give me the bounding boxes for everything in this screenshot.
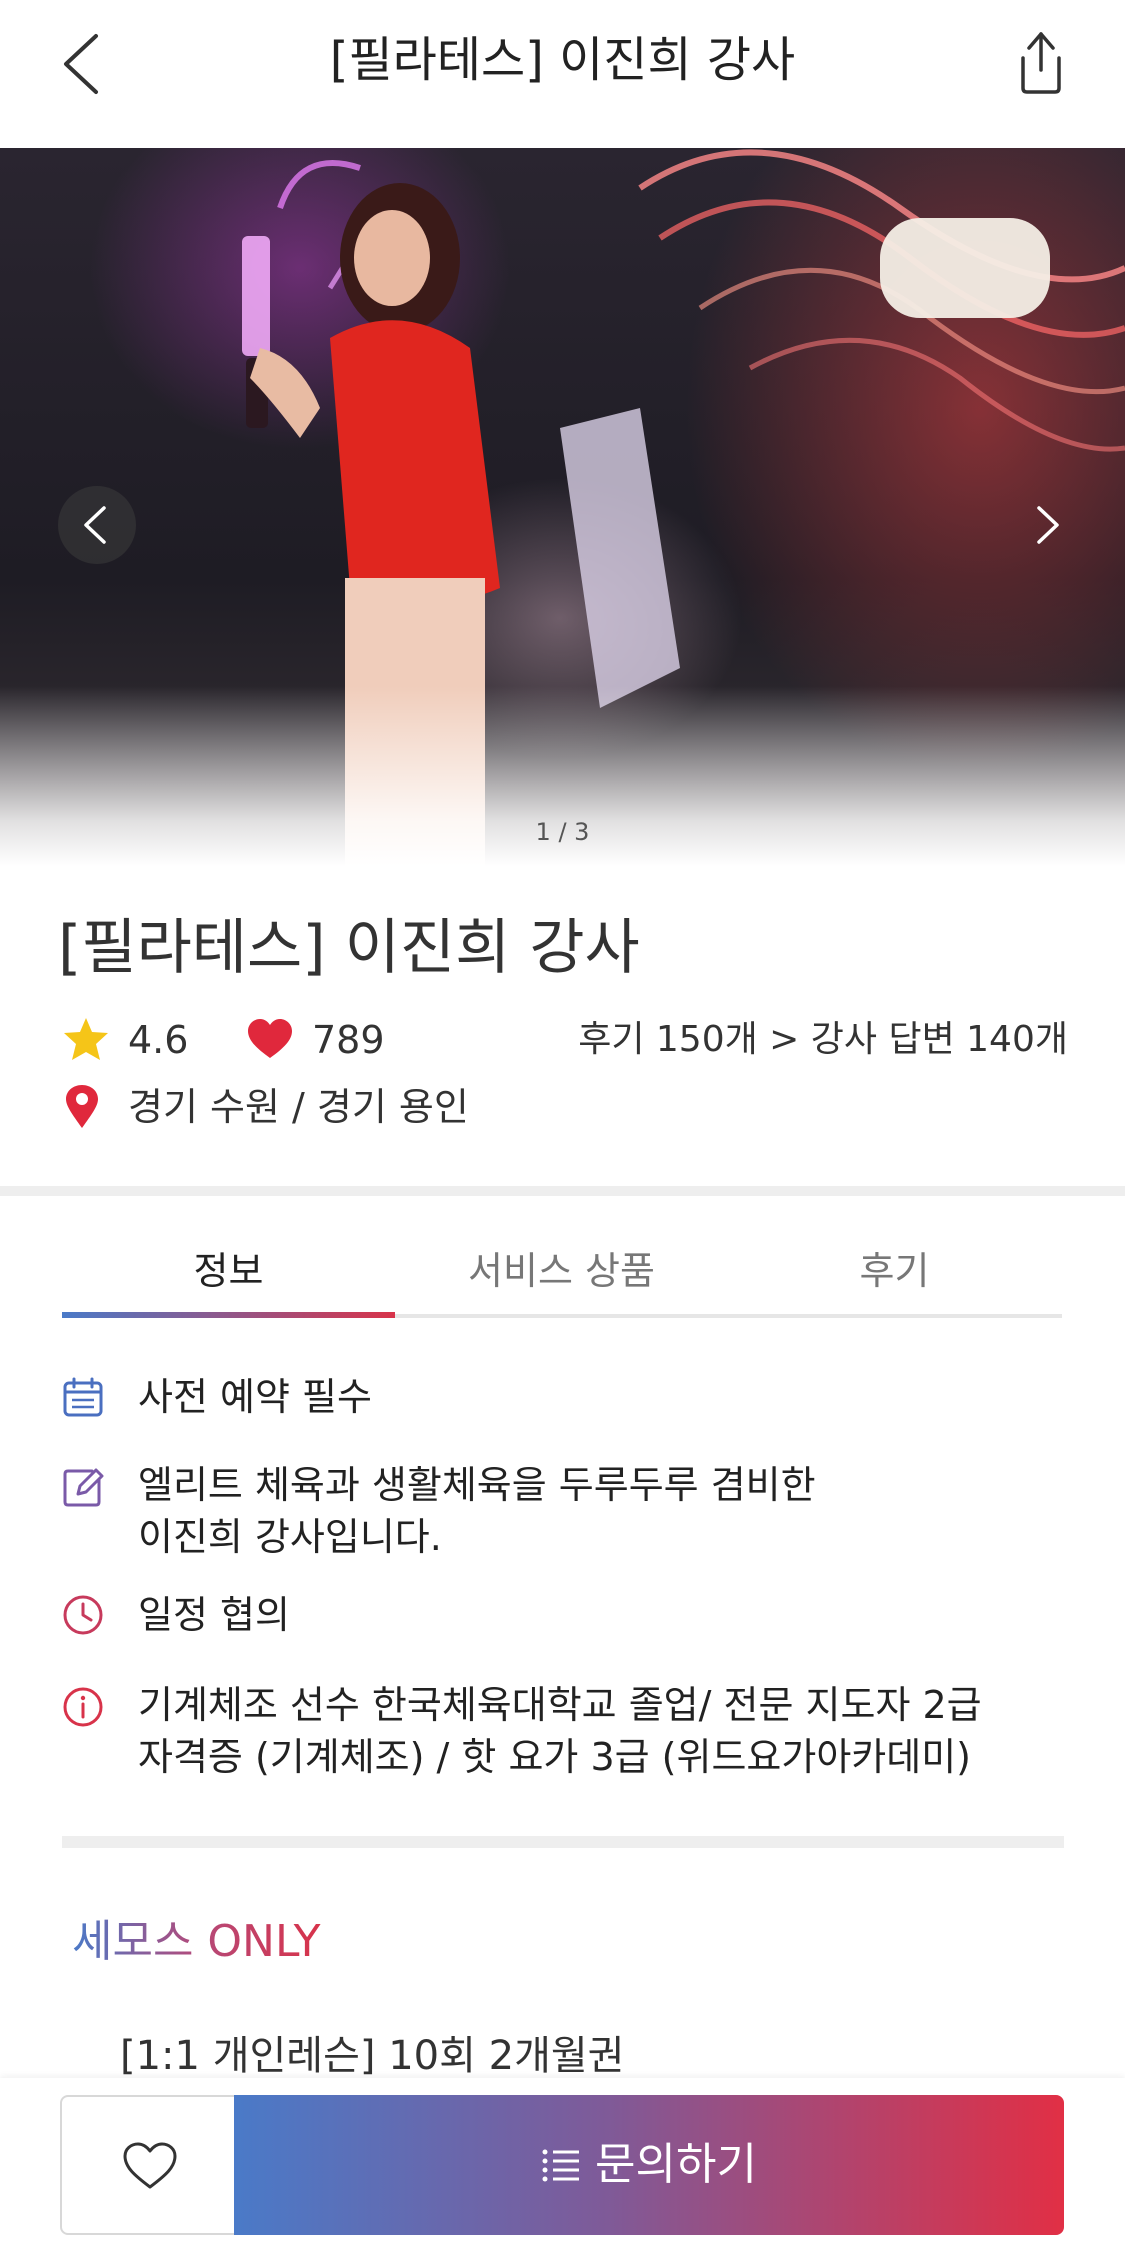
calendar-icon [63, 1377, 103, 1417]
instructor-title: [필라테스] 이진희 강사 [58, 913, 640, 983]
section-divider [0, 1186, 1125, 1196]
hero-next-button[interactable] [1007, 486, 1085, 564]
chevron-right-icon [1037, 506, 1059, 544]
heart-icon [248, 1019, 292, 1058]
inquire-label: 문의하기 [595, 2139, 757, 2190]
hero-prev-button[interactable] [58, 486, 136, 564]
star-icon [64, 1018, 108, 1060]
info-divider [62, 1836, 1064, 1848]
edit-icon [63, 1468, 104, 1507]
instructor-stats: 4.6 789 후기 150개 > 강사 답변 140개 [58, 1010, 1068, 1070]
favorite-button[interactable] [60, 2095, 236, 2235]
info-text-line-2: 이진희 강사입니다. [138, 1515, 442, 1559]
tab-bar: 정보 서비스 상품 후기 [62, 1236, 1062, 1320]
rating-value: 4.6 [128, 1018, 189, 1062]
info-text-line-1: 기계체조 선수 한국체육대학교 졸업/ 전문 지도자 2급 [138, 1683, 982, 1727]
clock-icon [63, 1595, 103, 1635]
share-icon [1021, 32, 1061, 94]
tab-reviews[interactable]: 후기 [728, 1236, 1061, 1306]
share-button[interactable] [1011, 26, 1071, 96]
info-icon [63, 1687, 103, 1727]
inquire-button[interactable]: 문의하기 [234, 2095, 1064, 2235]
product-item[interactable]: [1:1 개인레슨] 10회 2개월권 [120, 2028, 624, 2084]
info-text-line-2: 자격증 (기계체조) / 핫 요가 3급 (위드요가아카데미) [138, 1735, 971, 1779]
semos-only-heading: 세모스 ONLY [72, 1912, 321, 1972]
list-icon [542, 2149, 580, 2182]
heart-outline-icon [123, 2142, 177, 2189]
slide-counter: 1 / 3 [535, 818, 590, 846]
location-pin-icon [66, 1085, 98, 1128]
tab-active-indicator [62, 1312, 395, 1318]
likes-count: 789 [312, 1018, 385, 1062]
info-text: 사전 예약 필수 [138, 1375, 372, 1419]
tab-info[interactable]: 정보 [62, 1236, 395, 1306]
hero-carousel[interactable]: 1 / 3 [0, 148, 1125, 866]
location-text: 경기 수원 / 경기 용인 [128, 1085, 469, 1129]
info-text: 일정 협의 [138, 1593, 290, 1637]
chevron-left-icon [84, 506, 106, 544]
tab-service-products[interactable]: 서비스 상품 [395, 1236, 728, 1306]
reviews-link[interactable]: 후기 150개 > 강사 답변 140개 [578, 1016, 1068, 1064]
bottom-action-bar: 문의하기 [0, 2078, 1125, 2263]
header-title: [필라테스] 이진희 강사 [329, 32, 796, 88]
info-text-line-1: 엘리트 체육과 생활체육을 두루두루 겸비한 [138, 1463, 816, 1507]
app-header: [필라테스] 이진희 강사 [0, 0, 1125, 148]
